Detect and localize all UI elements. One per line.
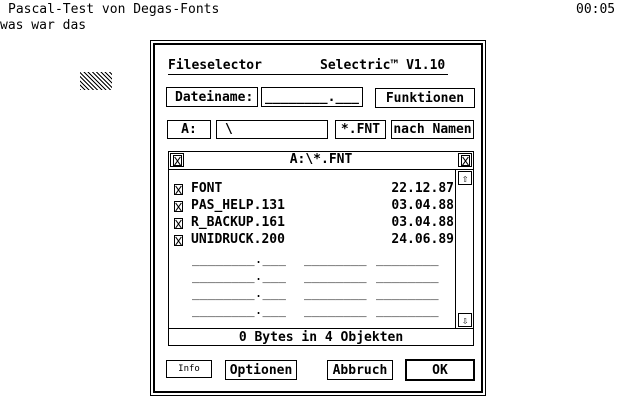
title-underline bbox=[168, 74, 448, 75]
hatched-block bbox=[80, 72, 112, 90]
empty-slot-size: ________ bbox=[304, 286, 367, 301]
empty-slot-name: ________.___ bbox=[192, 286, 286, 301]
empty-slot-size: ________ bbox=[304, 252, 367, 267]
file-date: 03.04.88 bbox=[391, 198, 454, 213]
file-name: R_BACKUP.161 bbox=[191, 215, 285, 230]
path-input[interactable]: \ bbox=[216, 120, 328, 139]
file-row[interactable]: FONT 22.12.87 bbox=[174, 181, 454, 197]
file-name: FONT bbox=[191, 181, 223, 196]
drive-button[interactable]: A: bbox=[167, 120, 211, 139]
cancel-button[interactable]: Abbruch bbox=[327, 360, 393, 380]
info-button[interactable]: Info bbox=[166, 360, 212, 378]
status-line: 0 Bytes in 4 Objekten bbox=[238, 330, 404, 345]
status-text: was war das bbox=[0, 18, 87, 33]
file-icon bbox=[174, 200, 183, 212]
ok-button[interactable]: OK bbox=[405, 359, 475, 381]
fullscreen-icon bbox=[460, 154, 470, 166]
file-date: 24.06.89 bbox=[391, 232, 454, 247]
sort-button[interactable]: nach Namen bbox=[391, 120, 474, 139]
file-icon bbox=[174, 217, 183, 229]
file-row[interactable]: R_BACKUP.161 03.04.88 bbox=[174, 215, 454, 231]
empty-slot-name: ________.___ bbox=[192, 252, 286, 267]
mask-button[interactable]: *.FNT bbox=[335, 120, 386, 139]
app-title-text: Pascal-Test von Degas-Fonts bbox=[8, 2, 220, 17]
empty-file-slot[interactable]: ________.___ ________ ________ bbox=[192, 269, 450, 285]
filename-label: Dateiname: bbox=[166, 87, 258, 107]
full-list-icon[interactable] bbox=[458, 153, 472, 167]
scroll-down-icon[interactable]: ⇩ bbox=[458, 313, 472, 327]
file-name: PAS_HELP.131 bbox=[191, 198, 285, 213]
file-icon bbox=[174, 234, 183, 246]
empty-slot-date: ________ bbox=[376, 252, 439, 267]
dialog-title: Fileselector bbox=[168, 58, 262, 73]
scroll-up-icon[interactable]: ⇧ bbox=[458, 171, 472, 185]
file-row[interactable]: UNIDRUCK.200 24.06.89 bbox=[174, 232, 454, 248]
clock: 00:05 bbox=[576, 2, 616, 17]
list-path-label: A:\*.FNT bbox=[289, 152, 353, 167]
file-date: 03.04.88 bbox=[391, 215, 454, 230]
filename-input[interactable]: ________.___ bbox=[261, 87, 363, 107]
file-list-footer: 0 Bytes in 4 Objekten bbox=[168, 328, 474, 346]
empty-slot-date: ________ bbox=[376, 269, 439, 284]
empty-slot-size: ________ bbox=[304, 303, 367, 318]
empty-slot-size: ________ bbox=[304, 269, 367, 284]
file-icon bbox=[174, 183, 183, 195]
dialog-version: Selectric™ V1.10 bbox=[320, 58, 446, 73]
file-date: 22.12.87 bbox=[391, 181, 454, 196]
empty-file-slot[interactable]: ________.___ ________ ________ bbox=[192, 286, 450, 302]
empty-slot-date: ________ bbox=[376, 286, 439, 301]
empty-file-slot[interactable]: ________.___ ________ ________ bbox=[192, 303, 450, 319]
empty-slot-name: ________.___ bbox=[192, 269, 286, 284]
file-name: UNIDRUCK.200 bbox=[191, 232, 285, 247]
options-button[interactable]: Optionen bbox=[225, 360, 297, 380]
file-row[interactable]: PAS_HELP.131 03.04.88 bbox=[174, 198, 454, 214]
empty-file-slot[interactable]: ________.___ ________ ________ bbox=[192, 252, 450, 268]
empty-slot-name: ________.___ bbox=[192, 303, 286, 318]
file-list-header: A:\*.FNT bbox=[168, 151, 474, 170]
file-list-scrollbar[interactable]: ⇧ ⇩ bbox=[455, 169, 474, 329]
functions-button[interactable]: Funktionen bbox=[375, 88, 475, 108]
empty-slot-date: ________ bbox=[376, 303, 439, 318]
